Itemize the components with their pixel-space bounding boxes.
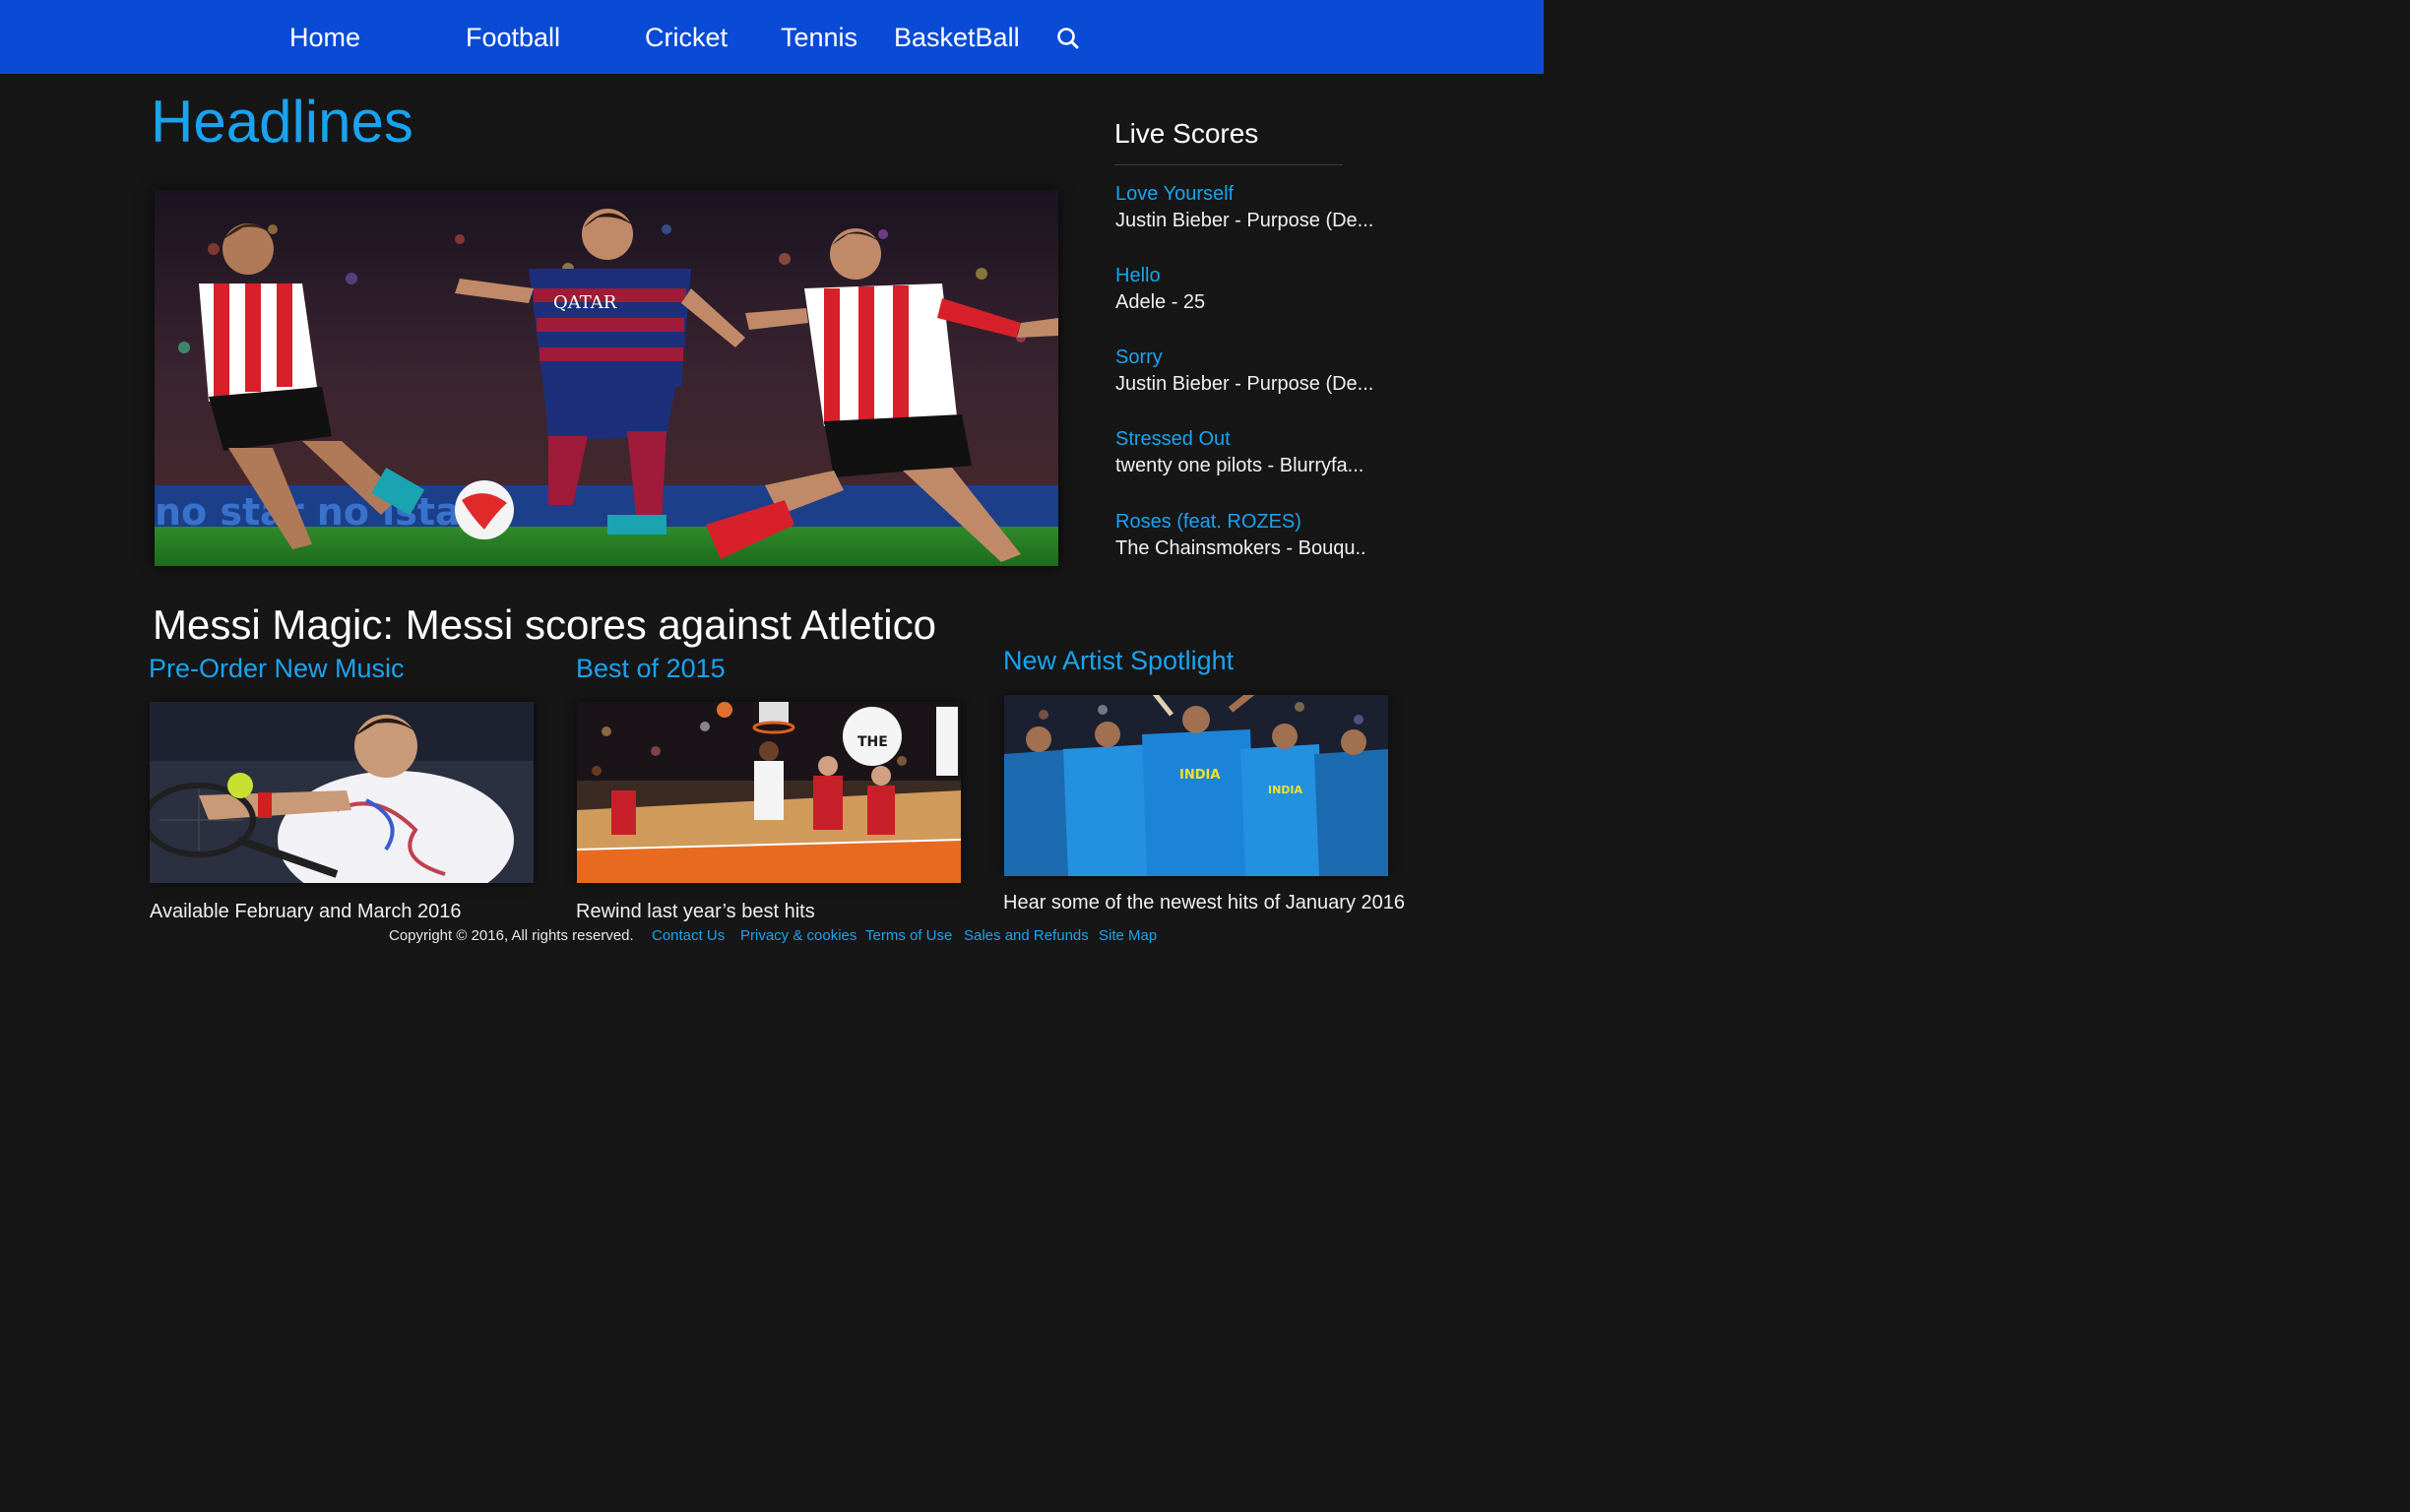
footer-link-privacy-cookies[interactable]: Privacy & cookies xyxy=(740,926,856,946)
footer-link-terms-of-use[interactable]: Terms of Use xyxy=(865,926,952,946)
card-image-basketball-game[interactable]: THE xyxy=(577,702,961,883)
live-score-artist: Justin Bieber - Purpose (De... xyxy=(1115,210,1374,231)
section-title-best-of-2015[interactable]: Best of 2015 xyxy=(576,652,726,685)
live-score-item: Roses (feat. ROZES) The Chainsmokers - B… xyxy=(1115,509,1401,561)
svg-text:THE: THE xyxy=(857,734,888,750)
live-score-song-link[interactable]: Hello xyxy=(1115,263,1401,288)
live-score-song-link[interactable]: Stressed Out xyxy=(1115,426,1401,452)
nav-tennis[interactable]: Tennis xyxy=(781,20,857,55)
footer-link-sales-and-refunds[interactable]: Sales and Refunds xyxy=(964,926,1089,946)
live-score-song-link[interactable]: Sorry xyxy=(1115,345,1401,370)
headlines-title: Headlines xyxy=(151,89,413,155)
live-score-item: Love Yourself Justin Bieber - Purpose (D… xyxy=(1115,181,1401,233)
live-score-item: Sorry Justin Bieber - Purpose (De... xyxy=(1115,345,1401,397)
search-icon[interactable] xyxy=(1054,25,1082,52)
live-scores-title: Live Scores xyxy=(1114,118,1259,149)
live-score-song-link[interactable]: Roses (feat. ROZES) xyxy=(1115,509,1401,535)
nav-football[interactable]: Football xyxy=(466,20,560,55)
live-score-item: Stressed Out twenty one pilots - Blurryf… xyxy=(1115,426,1401,478)
svg-text:INDIA: INDIA xyxy=(1179,768,1220,783)
section-description: Available February and March 2016 xyxy=(150,901,462,922)
section-title-new-artist-spotlight[interactable]: New Artist Spotlight xyxy=(1003,644,1234,677)
live-score-song-link[interactable]: Love Yourself xyxy=(1115,181,1401,207)
nav-cricket[interactable]: Cricket xyxy=(645,20,728,55)
live-score-item: Hello Adele - 25 xyxy=(1115,263,1401,315)
top-navigation-bar: Home Football Cricket Tennis BasketBall xyxy=(0,0,1544,74)
nav-basketball[interactable]: BasketBall xyxy=(894,20,1020,55)
live-score-artist: Justin Bieber - Purpose (De... xyxy=(1115,373,1374,395)
card-image-tennis-player[interactable] xyxy=(150,702,534,883)
live-score-artist: twenty one pilots - Blurryfa... xyxy=(1115,455,1364,476)
hero-image-football-match[interactable]: no star no istar QATAR xyxy=(155,190,1058,566)
footer-link-contact-us[interactable]: Contact Us xyxy=(652,926,725,946)
section-title-pre-order[interactable]: Pre-Order New Music xyxy=(149,652,405,685)
live-scores-divider xyxy=(1114,164,1343,165)
section-description: Hear some of the newest hits of January … xyxy=(1003,892,1406,914)
svg-text:INDIA: INDIA xyxy=(1268,784,1303,796)
section-description: Rewind last year’s best hits xyxy=(576,901,815,922)
live-score-artist: Adele - 25 xyxy=(1115,291,1206,313)
nav-home[interactable]: Home xyxy=(289,20,360,55)
footer-copyright: Copyright © 2016, All rights reserved. xyxy=(389,927,634,944)
footer-link-site-map[interactable]: Site Map xyxy=(1099,926,1157,946)
card-image-cricket-team[interactable]: INDIA INDIA xyxy=(1004,695,1388,876)
hero-caption[interactable]: Messi Magic: Messi scores against Atleti… xyxy=(153,598,936,652)
live-score-artist: The Chainsmokers - Bouqu.. xyxy=(1115,537,1366,559)
svg-text:QATAR: QATAR xyxy=(553,292,617,313)
